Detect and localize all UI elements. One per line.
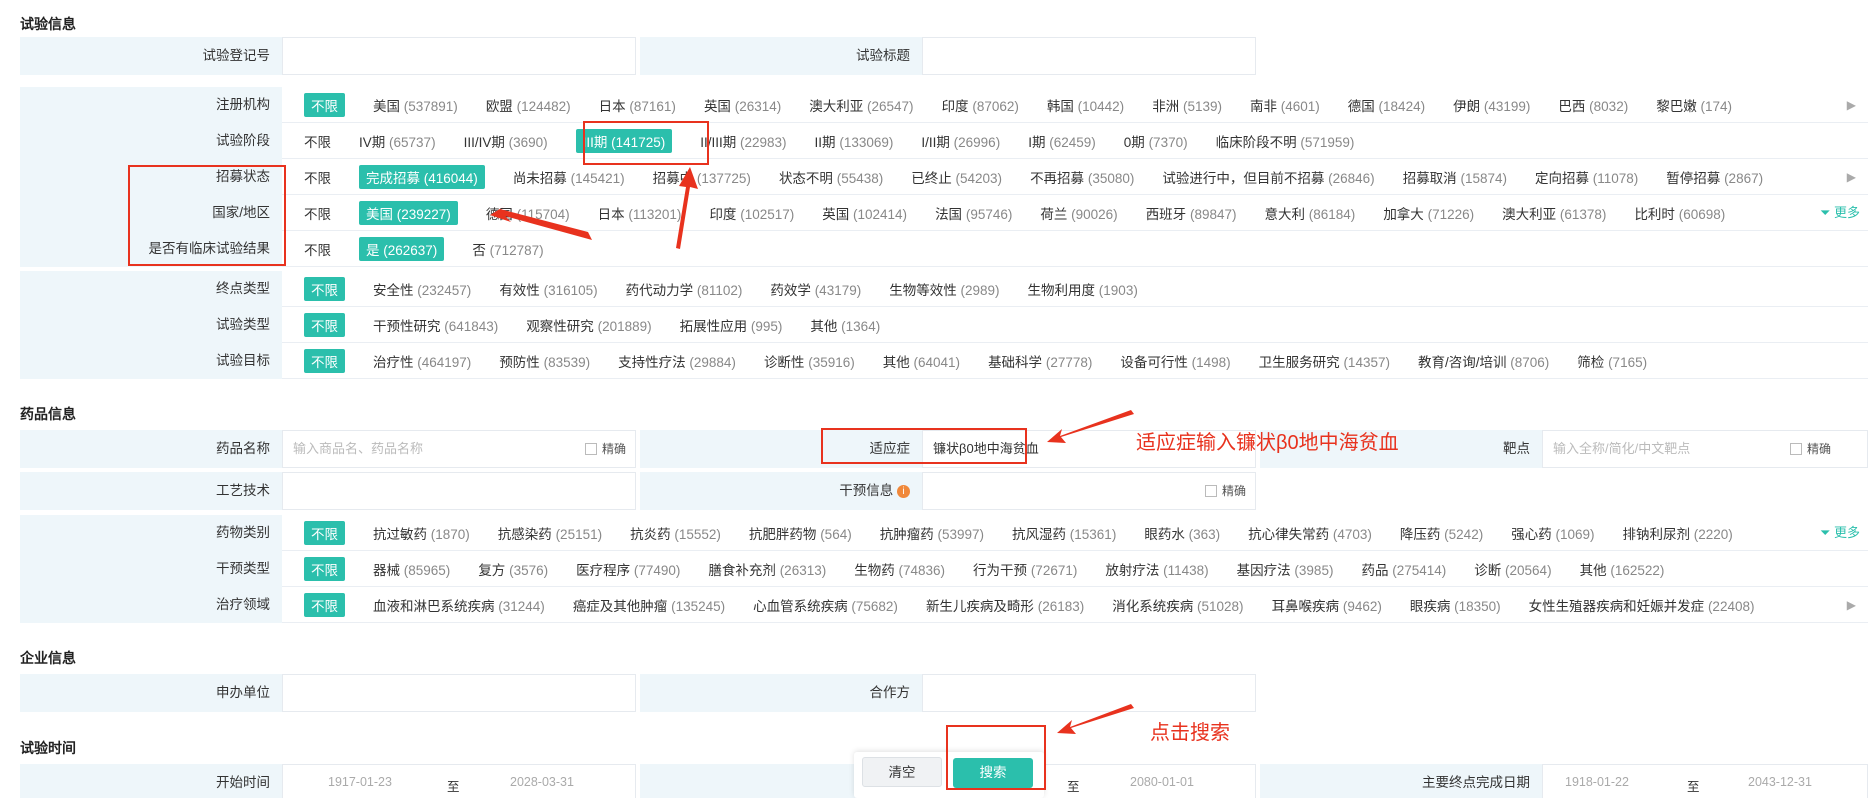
annotation-arrow-1 <box>490 167 1134 734</box>
